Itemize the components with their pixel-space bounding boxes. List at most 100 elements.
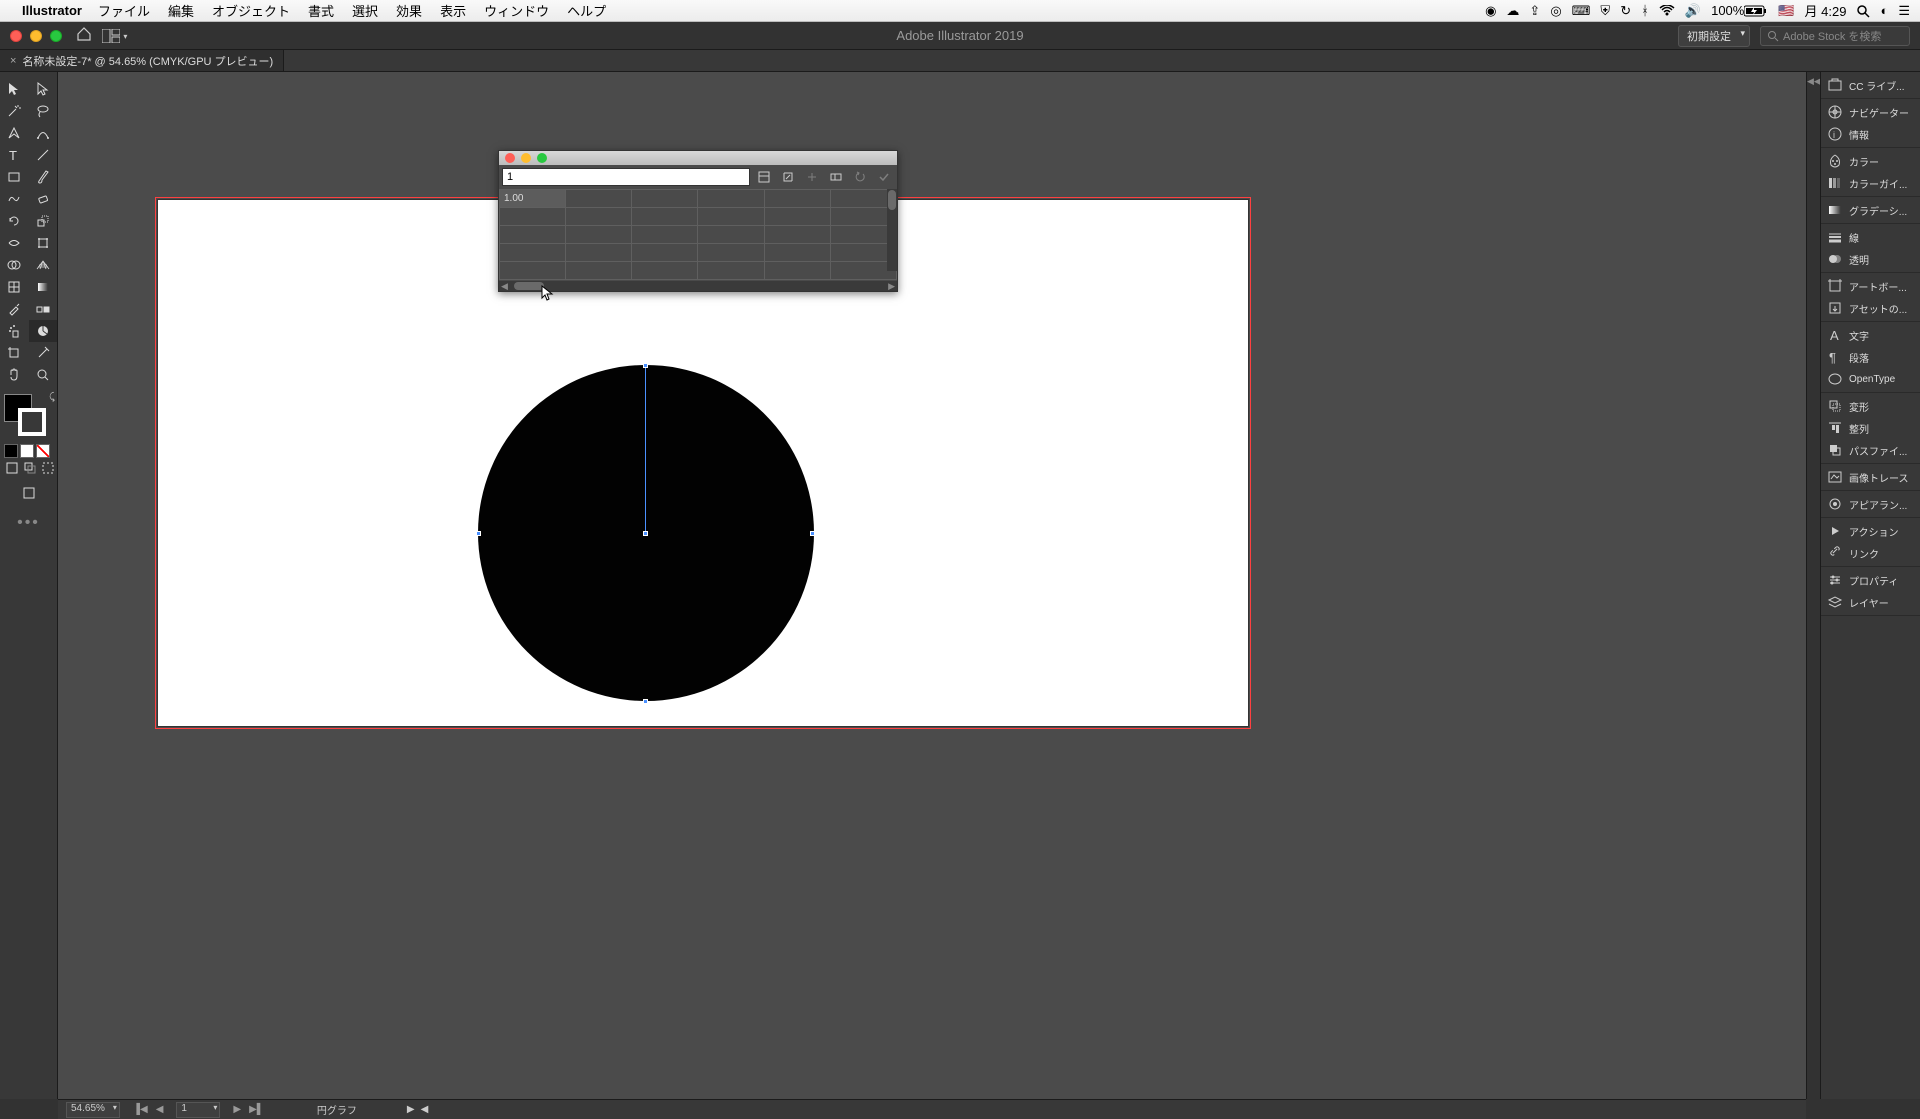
- panel-pathfinder[interactable]: パスファイ...: [1821, 439, 1920, 461]
- panel-character[interactable]: A文字: [1821, 324, 1920, 346]
- menu-view[interactable]: 表示: [440, 1, 466, 20]
- curvature-tool[interactable]: [29, 122, 58, 144]
- pen-tool[interactable]: [0, 122, 29, 144]
- eyedropper-tool[interactable]: [0, 298, 29, 320]
- home-icon[interactable]: [76, 26, 92, 45]
- panel-gradient[interactable]: グラデーシ...: [1821, 199, 1920, 221]
- notification-icon[interactable]: ☰: [1898, 3, 1910, 19]
- menubar-clock[interactable]: 月 4:29: [1805, 1, 1847, 20]
- selection-anchor-top[interactable]: [643, 363, 648, 368]
- data-cell-3-0[interactable]: [500, 244, 566, 262]
- panel-transform[interactable]: 変形: [1821, 395, 1920, 417]
- perspective-grid-tool[interactable]: [29, 254, 58, 276]
- gradient-tool[interactable]: [29, 276, 58, 298]
- data-cell-4-0[interactable]: [500, 262, 566, 280]
- panel-asset-export[interactable]: アセットの...: [1821, 297, 1920, 319]
- keyboard-icon[interactable]: ⌨: [1572, 3, 1591, 19]
- record-icon[interactable]: ◉: [1485, 3, 1496, 19]
- battery-icon[interactable]: 100%: [1711, 3, 1768, 18]
- artboard-tool[interactable]: [0, 342, 29, 364]
- input-source-icon[interactable]: 🇺🇸: [1778, 3, 1794, 19]
- selection-anchor-right[interactable]: [810, 531, 815, 536]
- data-cell-1-0[interactable]: [500, 208, 566, 226]
- hand-tool[interactable]: [0, 364, 29, 386]
- panel-navigator[interactable]: ナビゲーター: [1821, 101, 1920, 123]
- data-cell-2-0[interactable]: [500, 226, 566, 244]
- siri-icon[interactable]: ◐: [1880, 3, 1888, 18]
- panel-transparency[interactable]: 透明: [1821, 248, 1920, 270]
- line-icon[interactable]: ☁: [1506, 3, 1519, 19]
- menu-file[interactable]: ファイル: [98, 1, 150, 20]
- rotate-tool[interactable]: [0, 210, 29, 232]
- direct-selection-tool[interactable]: [29, 78, 58, 100]
- import-data-button[interactable]: [754, 168, 774, 186]
- slice-tool[interactable]: [29, 342, 58, 364]
- transpose-button[interactable]: [778, 168, 798, 186]
- last-artboard-button[interactable]: ▶▌: [246, 1104, 267, 1115]
- menu-select[interactable]: 選択: [352, 1, 378, 20]
- graph-data-input[interactable]: [502, 168, 750, 186]
- spotlight-icon[interactable]: [1856, 4, 1870, 18]
- panel-artboards[interactable]: アートボー...: [1821, 275, 1920, 297]
- shape-builder-tool[interactable]: [0, 254, 29, 276]
- menu-window[interactable]: ウィンドウ: [484, 1, 549, 20]
- graph-data-panel-header[interactable]: [499, 151, 897, 165]
- data-cell-0-0[interactable]: 1.00: [500, 190, 566, 208]
- panel-color[interactable]: カラー: [1821, 150, 1920, 172]
- panel-layers[interactable]: レイヤー: [1821, 591, 1920, 613]
- selection-anchor-left[interactable]: [476, 531, 481, 536]
- scale-tool[interactable]: [29, 210, 58, 232]
- adobe-stock-search[interactable]: Adobe Stock を検索: [1760, 26, 1910, 46]
- status-arrow-left[interactable]: ◀: [421, 1104, 429, 1115]
- color-mode-gradient[interactable]: [20, 444, 34, 458]
- shaper-tool[interactable]: [0, 188, 29, 210]
- panel-close-button[interactable]: [505, 153, 515, 163]
- paintbrush-tool[interactable]: [29, 166, 58, 188]
- panel-cc-libraries[interactable]: CC ライブ...: [1821, 74, 1920, 96]
- panel-stroke[interactable]: 線: [1821, 226, 1920, 248]
- type-tool[interactable]: T: [0, 144, 29, 166]
- panel-info[interactable]: i情報: [1821, 123, 1920, 145]
- menu-effect[interactable]: 効果: [396, 1, 422, 20]
- swap-fill-stroke-icon[interactable]: ⤹: [49, 392, 55, 403]
- zoom-tool[interactable]: [29, 364, 58, 386]
- line-tool[interactable]: [29, 144, 58, 166]
- graph-tool[interactable]: [29, 320, 58, 342]
- panel-paragraph[interactable]: ¶段落: [1821, 346, 1920, 368]
- volume-icon[interactable]: 🔊: [1685, 3, 1701, 19]
- edit-toolbar-button[interactable]: •••: [0, 514, 57, 532]
- document-tab[interactable]: × 名称未設定-7* @ 54.65% (CMYK/GPU プレビュー): [0, 50, 284, 71]
- width-tool[interactable]: [0, 232, 29, 254]
- minimize-window-button[interactable]: [30, 30, 42, 42]
- cc-icon[interactable]: ◎: [1550, 3, 1561, 19]
- maximize-window-button[interactable]: [50, 30, 62, 42]
- canvas-area[interactable]: 1.00 ◀ ▶: [58, 72, 1806, 1099]
- data-cell-0-3[interactable]: [698, 190, 764, 208]
- switch-xy-button[interactable]: [802, 168, 822, 186]
- eraser-tool[interactable]: [29, 188, 58, 210]
- panel-color-guide[interactable]: カラーガイ...: [1821, 172, 1920, 194]
- stroke-swatch[interactable]: [18, 408, 46, 436]
- symbol-sprayer-tool[interactable]: [0, 320, 29, 342]
- prev-artboard-button[interactable]: ◀: [153, 1104, 167, 1115]
- draw-inside-icon[interactable]: [40, 460, 56, 476]
- cell-style-button[interactable]: [826, 168, 846, 186]
- data-cell-0-4[interactable]: [764, 190, 830, 208]
- rectangle-tool[interactable]: [0, 166, 29, 188]
- shield-icon[interactable]: ⛨: [1600, 3, 1610, 19]
- menu-help[interactable]: ヘルプ: [567, 1, 606, 20]
- close-window-button[interactable]: [10, 30, 22, 42]
- wifi-icon[interactable]: [1659, 5, 1675, 17]
- next-artboard-button[interactable]: ▶: [230, 1104, 244, 1115]
- panel-properties[interactable]: プロパティ: [1821, 569, 1920, 591]
- panel-links[interactable]: リンク: [1821, 542, 1920, 564]
- screen-mode-button[interactable]: [14, 482, 43, 504]
- right-panel-collapse-strip[interactable]: ◀◀: [1806, 72, 1820, 1099]
- bluetooth-icon[interactable]: ᚼ: [1641, 3, 1649, 18]
- blend-tool[interactable]: [29, 298, 58, 320]
- grid-scrollbar-vertical[interactable]: [887, 189, 897, 271]
- app-name[interactable]: Illustrator: [22, 3, 82, 18]
- mesh-tool[interactable]: [0, 276, 29, 298]
- graph-data-grid[interactable]: 1.00: [499, 189, 897, 281]
- panel-opentype[interactable]: OpenType: [1821, 368, 1920, 390]
